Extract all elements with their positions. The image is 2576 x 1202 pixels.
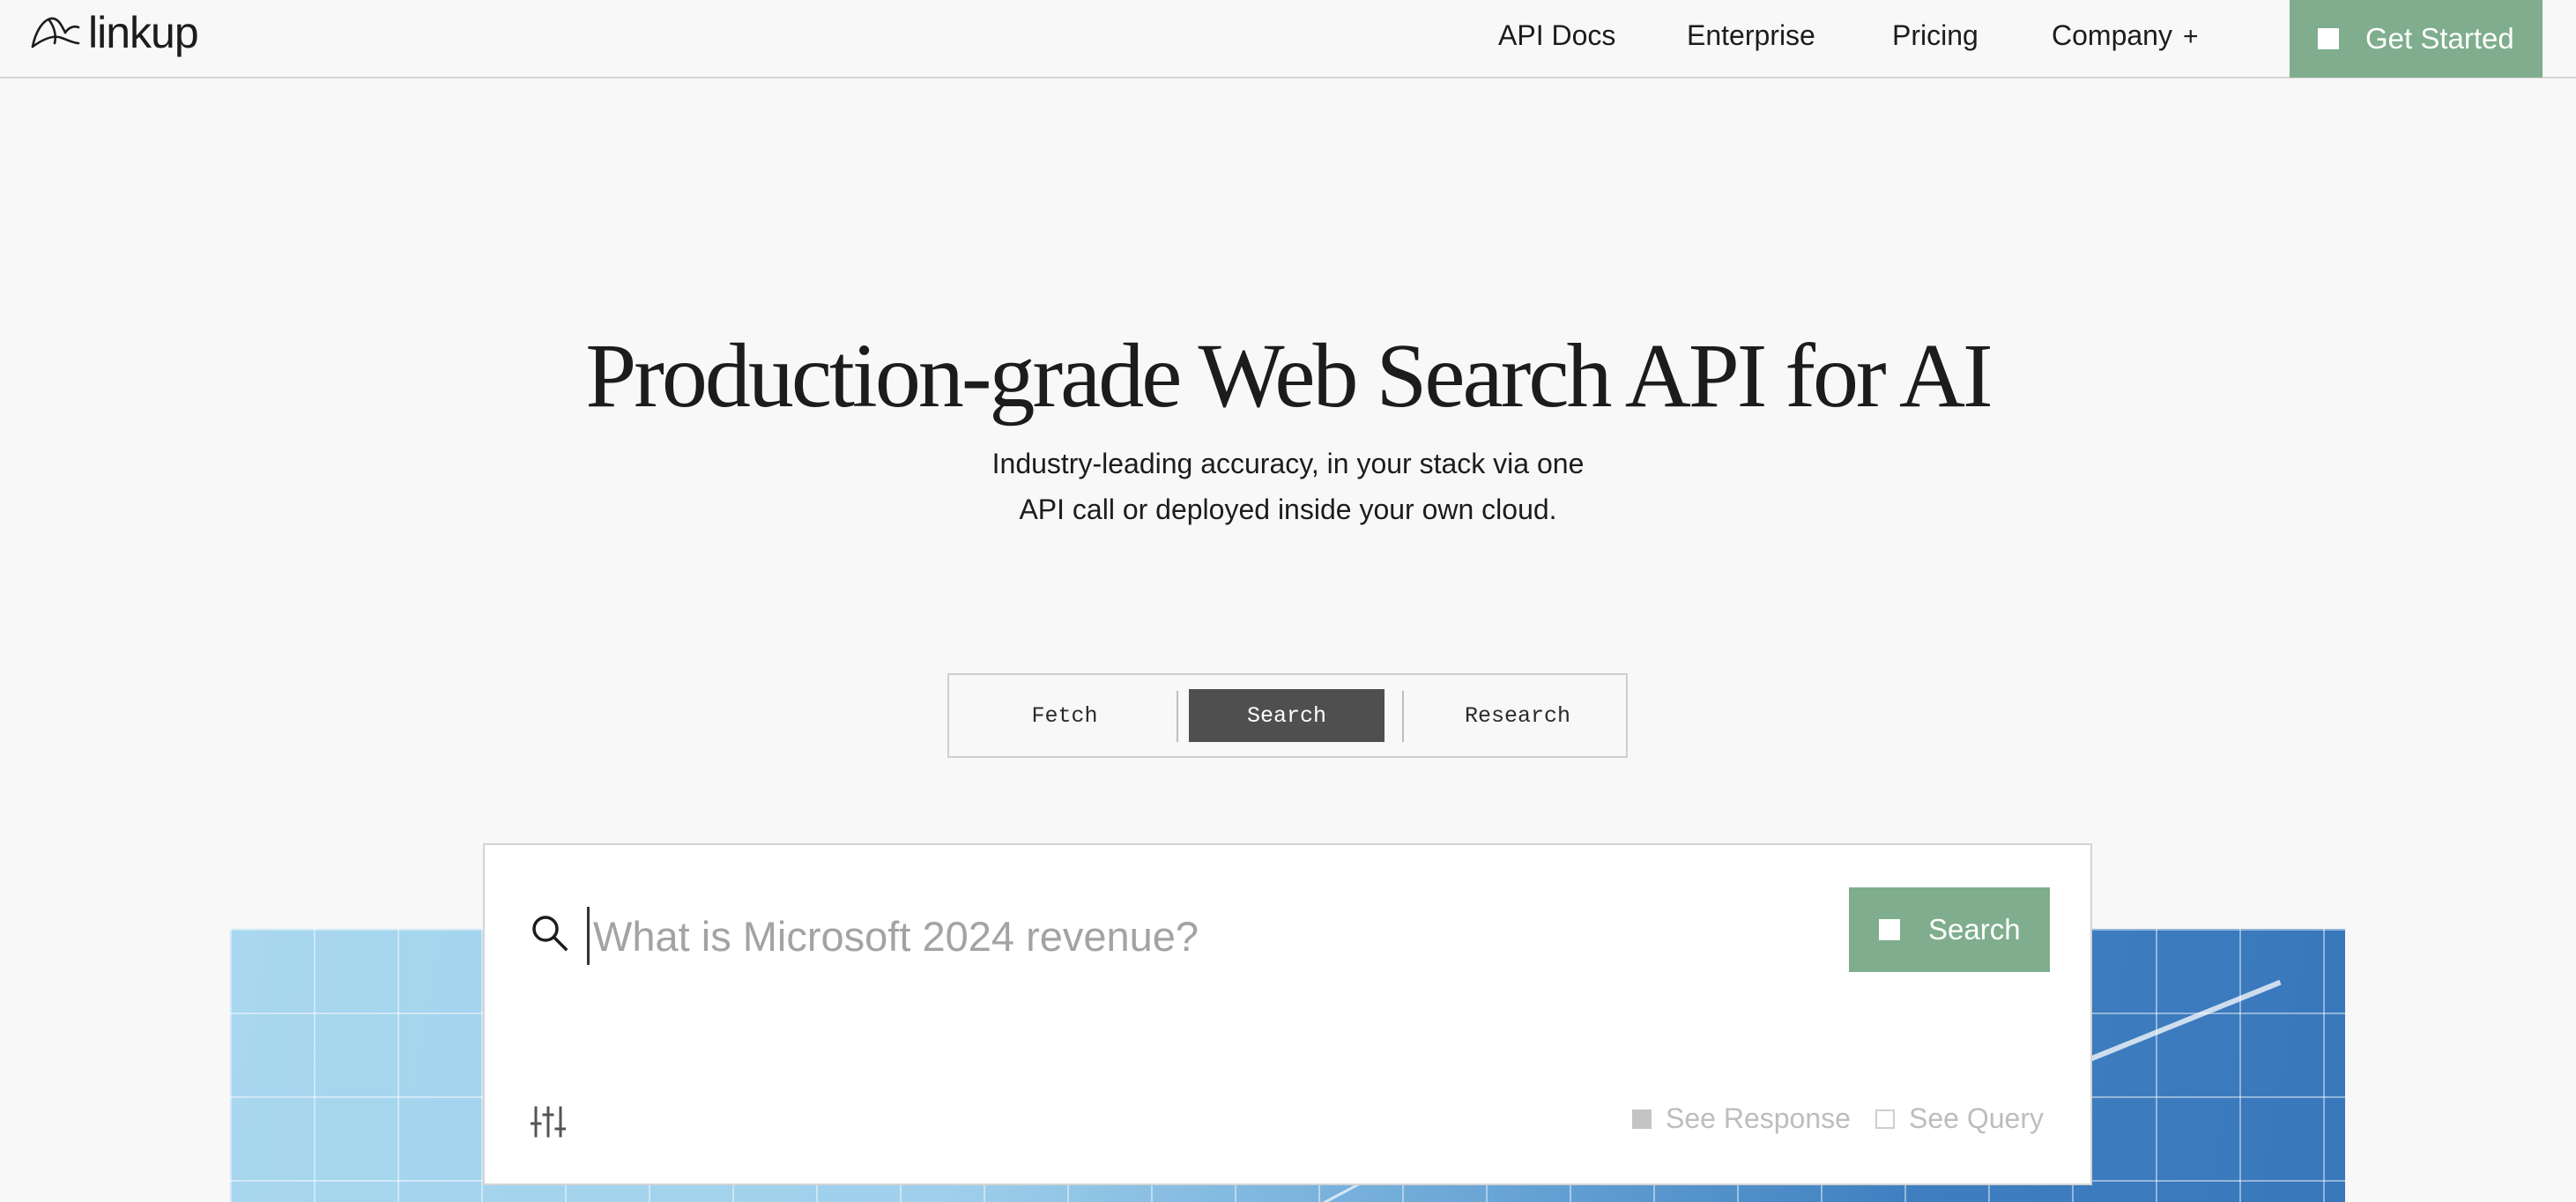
nav-api-docs[interactable]: API Docs — [1498, 19, 1615, 52]
see-response-checkbox[interactable] — [1632, 1109, 1652, 1129]
site-header: linkup API Docs Enterprise Pricing Compa… — [0, 0, 2576, 78]
tab-divider — [1177, 691, 1178, 742]
hero-subtitle: Industry-leading accuracy, in your stack… — [0, 441, 2576, 532]
tab-fetch[interactable]: Fetch — [961, 689, 1168, 742]
see-response-option[interactable]: See Response — [1632, 1102, 1851, 1135]
nav-enterprise[interactable]: Enterprise — [1687, 19, 1815, 52]
get-started-button[interactable]: Get Started — [2290, 0, 2543, 78]
see-response-label: See Response — [1666, 1102, 1851, 1134]
tab-divider — [1402, 691, 1404, 742]
logo[interactable]: linkup — [30, 8, 199, 57]
square-icon — [1879, 919, 1900, 940]
logo-icon — [31, 17, 80, 48]
mode-tabs: Fetch Search Research — [947, 673, 1628, 758]
nav-pricing[interactable]: Pricing — [1892, 19, 1978, 52]
get-started-label: Get Started — [2365, 22, 2514, 55]
search-icon — [532, 916, 568, 952]
see-query-label: See Query — [1909, 1102, 2044, 1134]
square-icon — [2318, 28, 2339, 49]
hero-title: Production-grade Web Search API for AI — [585, 325, 1993, 427]
see-query-checkbox[interactable] — [1875, 1109, 1895, 1129]
tab-search[interactable]: Search — [1189, 689, 1385, 742]
tab-research[interactable]: Research — [1414, 689, 1621, 742]
hero-subtitle-line2: API call or deployed inside your own clo… — [1019, 493, 1557, 525]
logo-text: linkup — [88, 8, 199, 57]
plus-icon: + — [2182, 22, 2199, 51]
search-input[interactable] — [587, 907, 1741, 965]
filter-icon[interactable] — [531, 1104, 566, 1139]
nav-company-label: Company — [2052, 19, 2172, 51]
search-button[interactable]: Search — [1849, 887, 2050, 972]
hero-subtitle-line1: Industry-leading accuracy, in your stack… — [991, 448, 1585, 479]
search-card: Search See Response See Query — [483, 843, 2092, 1185]
search-button-label: Search — [1928, 913, 2021, 946]
see-query-option[interactable]: See Query — [1875, 1102, 2044, 1135]
nav-company[interactable]: Company + — [2052, 19, 2198, 52]
